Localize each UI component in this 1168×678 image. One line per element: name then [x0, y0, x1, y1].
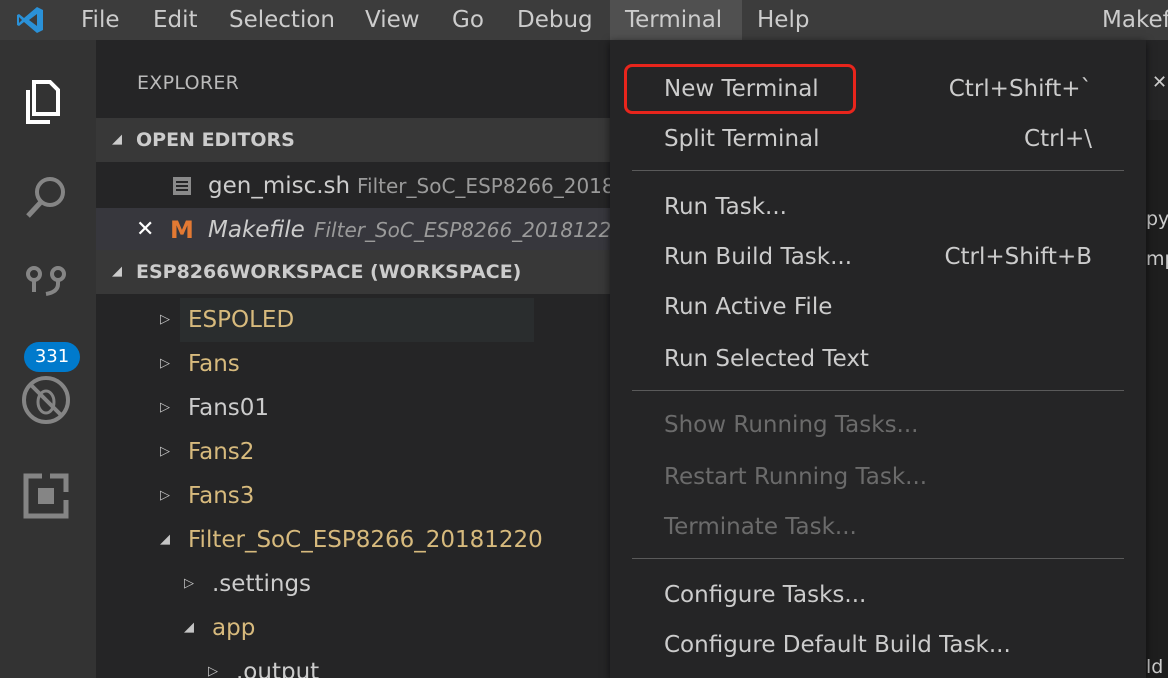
open-editors-label: OPEN EDITORS: [136, 129, 295, 151]
explorer-sidebar: EXPLORER ◢ OPEN EDITORS gen_misc.sh Filt…: [96, 40, 610, 678]
activity-bar: 331: [0, 40, 96, 678]
menu-file[interactable]: File: [66, 0, 135, 40]
menu-separator: [632, 390, 1124, 391]
menu-selection[interactable]: Selection: [214, 0, 350, 40]
editor-area: [1146, 40, 1168, 678]
workspace-label: ESP8266WORKSPACE (WORKSPACE): [136, 261, 522, 283]
folder-name: Filter_SoC_ESP8266_20181220: [188, 527, 543, 553]
tree-folder-expanded[interactable]: ◢ Filter_SoC_ESP8266_20181220: [96, 518, 610, 562]
tree-folder[interactable]: ▷ ESPOLED: [96, 298, 610, 342]
open-editor-name: Makefile: [208, 217, 305, 243]
menu-item-shortcut: Ctrl+Shift+B: [944, 244, 1092, 270]
chevron-right-icon: ▷: [160, 488, 170, 503]
menu-item-label: Run Selected Text: [664, 346, 869, 372]
chevron-down-icon: ◢: [112, 264, 122, 279]
tree-folder[interactable]: ▷ Fans01: [96, 386, 610, 430]
code-fragment: py: [1146, 208, 1168, 230]
chevron-right-icon: ▷: [184, 576, 194, 591]
tree-folder[interactable]: ▷ .output: [96, 650, 610, 678]
code-fragment: mp: [1146, 248, 1168, 270]
folder-name: .output: [236, 659, 320, 678]
menu-item-show-running-tasks[interactable]: Show Running Tasks...: [610, 402, 1146, 448]
chevron-right-icon: ▷: [160, 444, 170, 459]
menu-item-label: Show Running Tasks...: [664, 412, 919, 438]
file-icon: [173, 177, 191, 195]
menu-help[interactable]: Help: [742, 0, 824, 40]
menu-item-shortcut: Ctrl+Shift+`: [948, 76, 1092, 102]
menu-item-configure-default-build-task[interactable]: Configure Default Build Task...: [610, 622, 1146, 668]
menu-item-configure-tasks[interactable]: Configure Tasks...: [610, 572, 1146, 618]
highlight-annotation: [624, 64, 856, 114]
menu-debug[interactable]: Debug: [502, 0, 608, 40]
window-title: Makef: [1102, 7, 1168, 33]
debug-icon[interactable]: [18, 372, 74, 428]
close-icon[interactable]: ✕: [136, 208, 154, 252]
menu-item-label: Configure Tasks...: [664, 582, 867, 608]
folder-name: Fans: [188, 351, 240, 377]
folder-name: ESPOLED: [188, 307, 295, 333]
menu-item-label: Run Build Task...: [664, 244, 853, 270]
folder-name: app: [212, 615, 256, 641]
folder-name: .settings: [212, 571, 312, 597]
open-editor-item[interactable]: gen_misc.sh Filter_SoC_ESP8266_2018: [96, 164, 610, 208]
tree-folder[interactable]: ▷ Fans3: [96, 474, 610, 518]
menu-item-restart-running-task[interactable]: Restart Running Task...: [610, 454, 1146, 500]
folder-name: Fans01: [188, 395, 270, 421]
source-control-icon[interactable]: [18, 262, 74, 318]
open-editor-name: gen_misc.sh: [208, 173, 351, 199]
open-editor-path: Filter_SoC_ESP8266_2018: [357, 174, 610, 198]
folder-name: Fans2: [188, 439, 255, 465]
chevron-down-icon: ◢: [112, 132, 122, 147]
chevron-right-icon: ▷: [160, 356, 170, 371]
workspace-header[interactable]: ◢ ESP8266WORKSPACE (WORKSPACE): [96, 250, 610, 294]
search-icon[interactable]: [18, 170, 74, 226]
chevron-right-icon: ▷: [160, 312, 170, 327]
menu-item-label: Split Terminal: [664, 126, 820, 152]
folder-name: Fans3: [188, 483, 255, 509]
chevron-right-icon: ▷: [160, 400, 170, 415]
explorer-icon[interactable]: [18, 74, 74, 130]
tree-folder[interactable]: ▷ Fans2: [96, 430, 610, 474]
chevron-right-icon: ▷: [208, 664, 218, 678]
scm-badge: 331: [24, 342, 80, 372]
open-editor-item-active[interactable]: ✕ M Makefile Filter_SoC_ESP8266_2018122: [96, 208, 610, 252]
vscode-logo-icon: [17, 7, 43, 33]
menu-separator: [632, 558, 1124, 559]
menu-item-run-build-task[interactable]: Run Build Task... Ctrl+Shift+B: [610, 234, 1146, 280]
menu-edit[interactable]: Edit: [138, 0, 213, 40]
menu-item-run-task[interactable]: Run Task...: [610, 184, 1146, 230]
menu-item-shortcut: Ctrl+\: [1024, 126, 1092, 152]
menu-item-label: Run Task...: [664, 194, 787, 220]
menu-item-split-terminal[interactable]: Split Terminal Ctrl+\: [610, 116, 1146, 162]
tab-close-icon[interactable]: ✕: [1152, 72, 1167, 93]
menu-item-run-selected-text[interactable]: Run Selected Text: [610, 336, 1146, 382]
menu-item-label: Run Active File: [664, 294, 833, 320]
terminal-menu-dropdown: New Terminal Ctrl+Shift+` Split Terminal…: [610, 40, 1146, 678]
open-editor-path: Filter_SoC_ESP8266_2018122: [314, 218, 610, 242]
menu-item-terminate-task[interactable]: Terminate Task...: [610, 504, 1146, 550]
extensions-icon[interactable]: [18, 468, 74, 524]
tree-folder-expanded[interactable]: ◢ app: [96, 606, 610, 650]
menu-view[interactable]: View: [350, 0, 435, 40]
menu-bar: File Edit Selection View Go Debug Termin…: [0, 0, 1168, 40]
chevron-down-icon: ◢: [160, 532, 170, 547]
tree-folder[interactable]: ▷ Fans: [96, 342, 610, 386]
editor-tabs: ✕: [1146, 40, 1168, 120]
explorer-title: EXPLORER: [137, 72, 240, 94]
menu-item-label: Configure Default Build Task...: [664, 632, 1011, 658]
chevron-down-icon: ◢: [184, 620, 194, 635]
makefile-icon: M: [170, 216, 194, 244]
code-fragment: ld: [1146, 656, 1164, 678]
tree-folder[interactable]: ▷ .settings: [96, 562, 610, 606]
menu-go[interactable]: Go: [437, 0, 499, 40]
menu-item-run-active-file[interactable]: Run Active File: [610, 284, 1146, 330]
menu-item-label: Restart Running Task...: [664, 464, 928, 490]
open-editors-header[interactable]: ◢ OPEN EDITORS: [96, 118, 610, 162]
menu-separator: [632, 170, 1124, 171]
menu-terminal[interactable]: Terminal: [610, 0, 742, 40]
menu-item-label: Terminate Task...: [664, 514, 857, 540]
